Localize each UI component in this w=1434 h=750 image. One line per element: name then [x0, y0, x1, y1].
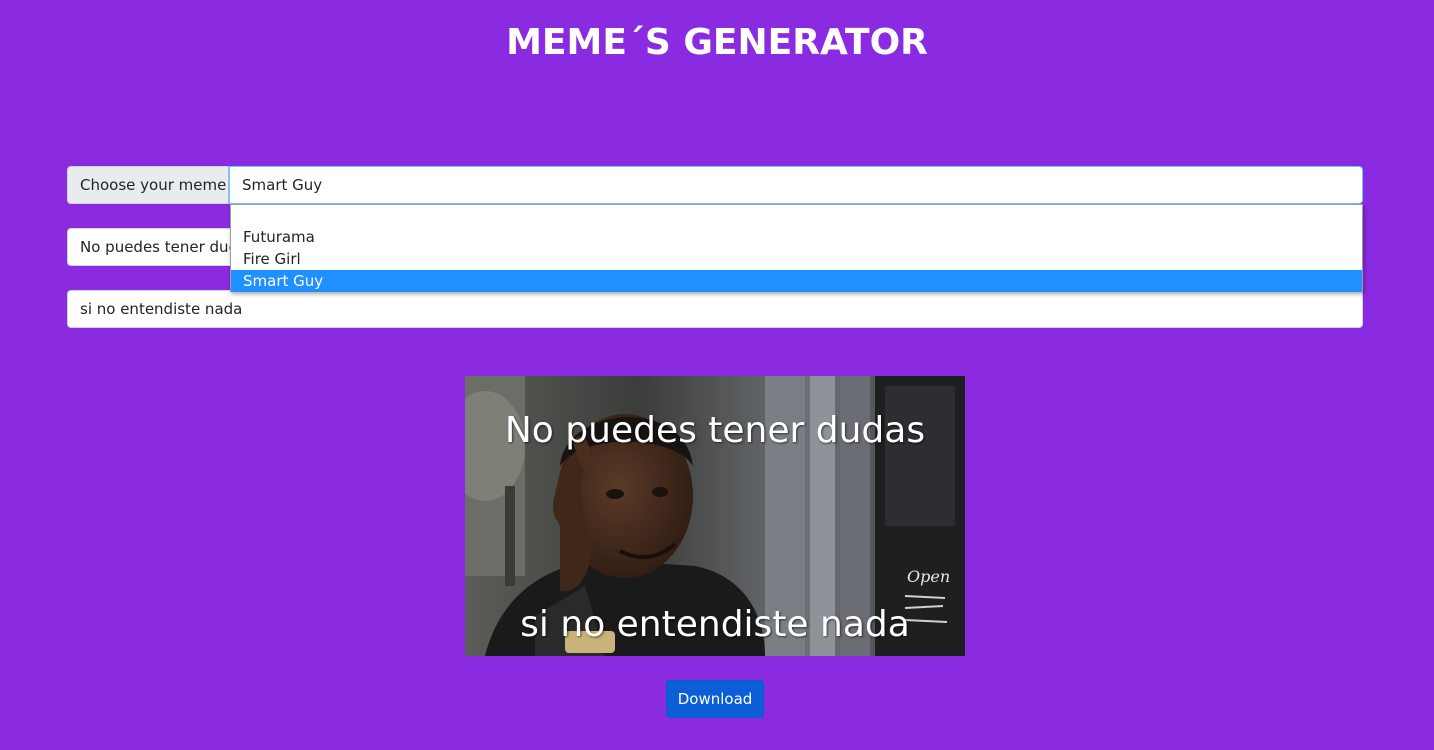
option-smart-guy[interactable]: Smart Guy: [231, 270, 1362, 292]
page-title: MEME´S GENERATOR: [506, 22, 928, 63]
option-blank[interactable]: [231, 205, 1362, 226]
option-futurama[interactable]: Futurama: [231, 226, 1362, 248]
meme-chooser-group: Choose your meme Smart Guy: [67, 166, 1363, 204]
page: MEME´S GENERATOR Choose your meme Smart …: [0, 0, 1434, 750]
meme-image: Open No puedes tener dudas si no entendi…: [465, 376, 965, 656]
meme-bottom-caption: si no entendiste nada: [520, 604, 910, 645]
meme-top-caption: No puedes tener dudas: [504, 410, 926, 451]
sign-text: Open: [907, 567, 950, 586]
meme-select-dropdown: Futurama Fire Girl Smart Guy: [230, 204, 1363, 292]
bottom-text-input[interactable]: [67, 290, 1363, 328]
choose-meme-label: Choose your meme: [67, 166, 229, 204]
meme-select[interactable]: Smart Guy: [229, 166, 1363, 204]
download-button[interactable]: Download: [666, 680, 764, 718]
option-fire-girl[interactable]: Fire Girl: [231, 248, 1362, 270]
